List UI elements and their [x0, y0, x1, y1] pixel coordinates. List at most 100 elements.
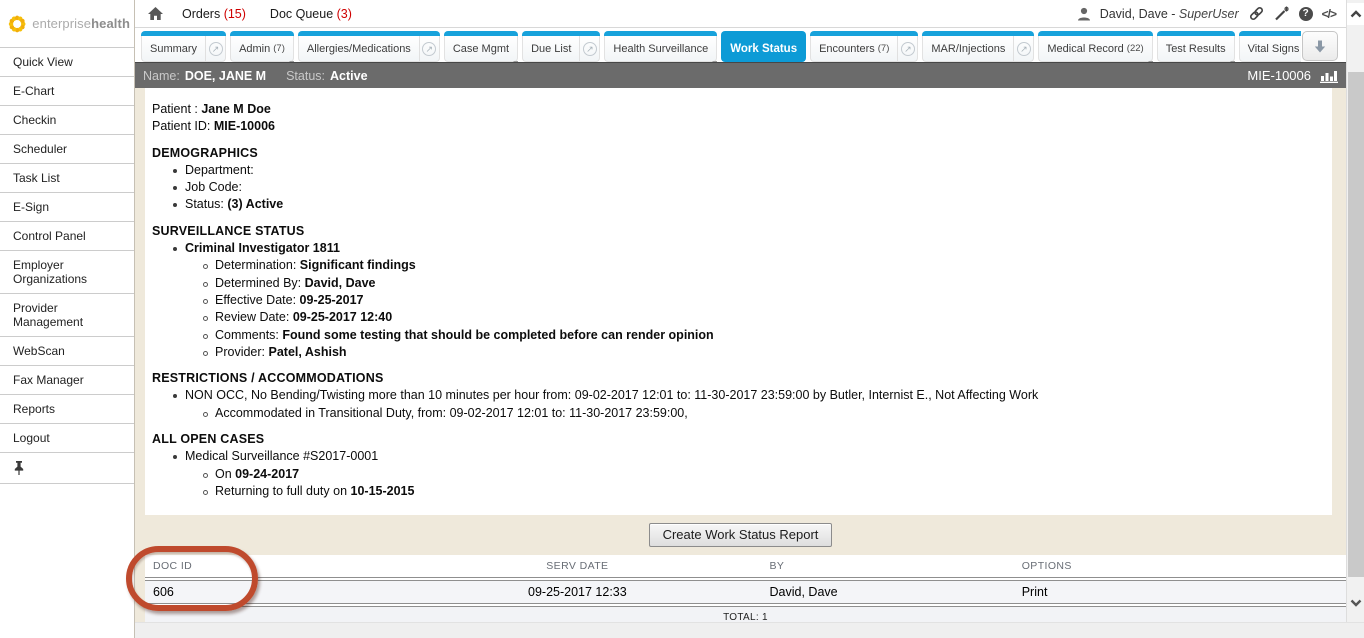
bullet-icon [173, 394, 177, 398]
report-section-heading-demographics: DEMOGRAPHICS [152, 145, 1324, 162]
tab-overflow-button[interactable] [1302, 31, 1338, 61]
hollow-bullet-icon [203, 473, 208, 478]
tab-label: Work Status [730, 43, 797, 55]
report-bullet-item: Comments: Found some testing that should… [152, 327, 1324, 344]
report-bullet-item: NON OCC, No Bending/Twisting more than 1… [152, 387, 1324, 404]
cell-serv-date: 09-25-2017 12:33 [528, 581, 627, 603]
tab-count-badge: (7) [273, 43, 285, 54]
tab-allergies-medications[interactable]: Allergies/Medications↗ [298, 31, 440, 62]
hollow-bullet-icon [203, 351, 208, 356]
home-button[interactable] [147, 6, 164, 21]
tab-bar: Summary↗Admin(7)Allergies/Medications↗Ca… [135, 28, 1346, 62]
tab-popout-icon[interactable]: ↗ [901, 42, 915, 56]
bullet-icon [173, 455, 177, 459]
top-bar: Orders (15) Doc Queue (3) David, Dave - … [135, 0, 1346, 28]
sun-logo-icon [7, 9, 27, 39]
scroll-down-button[interactable] [1347, 592, 1364, 614]
vertical-scrollbar[interactable] [1346, 0, 1364, 638]
sidebar-item-reports[interactable]: Reports [0, 394, 134, 423]
cell-by: David, Dave [770, 581, 838, 603]
tab-popout-icon[interactable]: ↗ [583, 42, 597, 56]
tab-encounters[interactable]: Encounters(7)↗ [810, 31, 918, 62]
tab-count-badge: (22) [1127, 43, 1144, 54]
home-icon [147, 6, 164, 21]
sidebar-item-e-chart[interactable]: E-Chart [0, 76, 134, 105]
patient-status-label: Status: [286, 69, 325, 83]
column-header-doc-id[interactable]: DOC ID [153, 555, 192, 577]
doc-queue-count-badge: (3) [337, 7, 352, 21]
brand-name: enterprisehealth [32, 16, 130, 31]
link-icon[interactable] [1248, 6, 1265, 21]
column-header-by[interactable]: BY [770, 555, 785, 577]
scrollbar-thumb[interactable] [1348, 72, 1364, 577]
cell-options[interactable]: Print [1022, 581, 1048, 603]
column-header-serv-date[interactable]: SERV DATE [546, 555, 608, 577]
patient-header-bar: Name: DOE, JANE M Status: Active MIE-100… [135, 62, 1346, 88]
hollow-bullet-icon [203, 282, 208, 287]
tab-popout-icon[interactable]: ↗ [422, 42, 436, 56]
orders-menu-item[interactable]: Orders (15) [182, 7, 246, 21]
patient-name-value: DOE, JANE M [185, 69, 266, 83]
horizontal-scrollbar[interactable] [135, 622, 1364, 638]
column-header-options[interactable]: OPTIONS [1022, 555, 1072, 577]
sidebar-item-provider-management[interactable]: Provider Management [0, 293, 134, 336]
tab-label: MAR/Injections [931, 43, 1005, 55]
app-window: enterprisehealth Quick ViewE-ChartChecki… [0, 0, 1364, 638]
report-bullet-item: Provider: Patel, Ashish [152, 344, 1324, 361]
report-bullet-item: Determined By: David, Dave [152, 275, 1324, 292]
tab-admin[interactable]: Admin(7) [230, 31, 294, 62]
hollow-bullet-icon [203, 490, 208, 495]
work-status-report: Patient : Jane M DoePatient ID: MIE-1000… [145, 88, 1332, 515]
doc-queue-menu-item[interactable]: Doc Queue (3) [270, 7, 352, 21]
chart-icon[interactable] [1320, 68, 1338, 83]
tab-vital-signs[interactable]: Vital Signs↗ [1239, 31, 1301, 62]
sidebar-item-quick-view[interactable]: Quick View [0, 47, 134, 76]
tab-popout-icon[interactable]: ↗ [209, 42, 223, 56]
sidebar-item-e-sign[interactable]: E-Sign [0, 192, 134, 221]
tab-popout-icon[interactable]: ↗ [1017, 42, 1031, 56]
code-icon[interactable]: </> [1322, 7, 1336, 21]
brand-logo[interactable]: enterprisehealth [0, 0, 134, 47]
tab-label: Admin [239, 43, 270, 55]
report-section-heading-surveillance-status: SURVEILLANCE STATUS [152, 223, 1324, 240]
create-work-status-report-button[interactable]: Create Work Status Report [649, 523, 833, 547]
tab-case-mgmt[interactable]: Case Mgmt [444, 31, 518, 62]
doc-table-head: DOC ID SERV DATE BY OPTIONS [145, 555, 1346, 577]
tab-work-status[interactable]: Work Status [721, 31, 806, 62]
hollow-bullet-icon [203, 334, 208, 339]
bullet-icon [173, 247, 177, 251]
sidebar-item-task-list[interactable]: Task List [0, 163, 134, 192]
report-bullet-item: Department: [152, 162, 1324, 179]
table-total: TOTAL: 1 [723, 612, 768, 623]
tab-label: Vital Signs [1248, 43, 1300, 55]
sidebar-item-checkin[interactable]: Checkin [0, 105, 134, 134]
patient-name-label: Name: [143, 69, 180, 83]
doc-table-rows: 60609-25-2017 12:33David, DavePrint [145, 581, 1346, 603]
tab-summary[interactable]: Summary↗ [141, 31, 226, 62]
tab-test-results[interactable]: Test Results [1157, 31, 1235, 62]
help-icon[interactable]: ? [1299, 7, 1313, 21]
tab-count-badge: (7) [878, 43, 890, 54]
tab-medical-record[interactable]: Medical Record(22) [1038, 31, 1152, 62]
sidebar-item-logout[interactable]: Logout [0, 423, 134, 452]
sidebar-item-employer-organizations[interactable]: Employer Organizations [0, 250, 134, 293]
bullet-icon [173, 203, 177, 207]
bullet-icon [173, 186, 177, 190]
hollow-bullet-icon [203, 264, 208, 269]
user-avatar-icon [1077, 7, 1091, 21]
sidebar-pin-button[interactable] [0, 452, 134, 484]
wand-icon[interactable] [1274, 6, 1290, 21]
sidebar-item-control-panel[interactable]: Control Panel [0, 221, 134, 250]
sidebar-item-webscan[interactable]: WebScan [0, 336, 134, 365]
sidebar-item-fax-manager[interactable]: Fax Manager [0, 365, 134, 394]
user-name[interactable]: David, Dave - SuperUser [1100, 7, 1239, 21]
scroll-up-button[interactable] [1347, 3, 1364, 25]
tab-mar-injections[interactable]: MAR/Injections ↗ [922, 31, 1034, 62]
tab-due-list[interactable]: Due List↗ [522, 31, 600, 62]
report-bullet-item: Effective Date: 09-25-2017 [152, 292, 1324, 309]
sidebar-item-scheduler[interactable]: Scheduler [0, 134, 134, 163]
report-section-heading-restrictions-accommodations: RESTRICTIONS / ACCOMMODATIONS [152, 370, 1324, 387]
tab-label: Case Mgmt [453, 43, 509, 55]
tab-health-surveillance[interactable]: Health Surveillance [604, 31, 717, 62]
table-row: 60609-25-2017 12:33David, DavePrint [145, 581, 1346, 603]
